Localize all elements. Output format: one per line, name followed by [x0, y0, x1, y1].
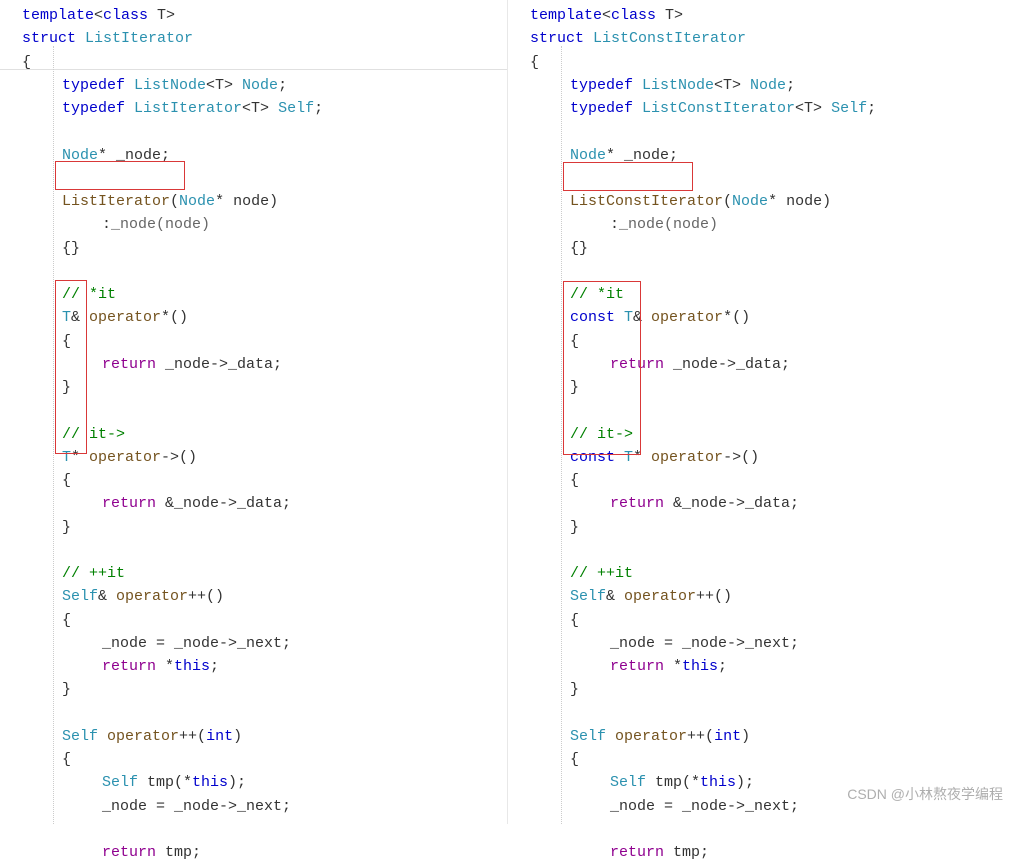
code: return *this; — [530, 655, 1015, 678]
code: :_node(node) — [22, 213, 507, 236]
code: :_node(node) — [530, 213, 1015, 236]
code: _node = _node->_next; — [22, 795, 507, 818]
code: // ++it — [22, 562, 507, 585]
code: // *it — [22, 283, 507, 306]
code: return tmp; — [530, 841, 1015, 864]
code: { — [530, 748, 1015, 771]
code: { — [22, 51, 507, 74]
code: return _node->_data; — [22, 353, 507, 376]
right-code-pane: template<class T> struct ListConstIterat… — [508, 0, 1015, 824]
code: Self& operator++() — [530, 585, 1015, 608]
code: { — [530, 469, 1015, 492]
code: Self operator++(int) — [22, 725, 507, 748]
blank — [530, 260, 1015, 283]
code: } — [530, 678, 1015, 701]
code: Node* _node; — [530, 144, 1015, 167]
blank — [22, 120, 507, 143]
blank — [22, 260, 507, 283]
blank — [530, 539, 1015, 562]
left-code-pane: template<class T> struct ListIterator { … — [0, 0, 508, 824]
code: {} — [530, 237, 1015, 260]
code: Node* _node; — [22, 144, 507, 167]
code: return &_node->_data; — [22, 492, 507, 515]
blank — [22, 399, 507, 422]
code: typedef ListConstIterator<T> Self; — [530, 97, 1015, 120]
code: { — [22, 469, 507, 492]
code: return tmp; — [22, 841, 507, 864]
code: Self& operator++() — [22, 585, 507, 608]
code: const T* operator->() — [530, 446, 1015, 469]
code: { — [530, 330, 1015, 353]
blank — [530, 120, 1015, 143]
watermark: CSDN @小林熬夜学编程 — [847, 784, 1003, 806]
code: {} — [22, 237, 507, 260]
blank — [530, 167, 1015, 190]
blank — [530, 818, 1015, 841]
code: T* operator->() — [22, 446, 507, 469]
code: { — [22, 748, 507, 771]
code: const T& operator*() — [530, 306, 1015, 329]
blank — [22, 167, 507, 190]
code: { — [22, 330, 507, 353]
code: // it-> — [22, 423, 507, 446]
code: } — [22, 678, 507, 701]
code: struct ListConstIterator — [530, 27, 1015, 50]
code: } — [530, 516, 1015, 539]
code: _node = _node->_next; — [530, 632, 1015, 655]
blank — [22, 702, 507, 725]
code: { — [530, 51, 1015, 74]
code: return *this; — [22, 655, 507, 678]
blank — [530, 399, 1015, 422]
code-compare-root: template<class T> struct ListIterator { … — [0, 0, 1015, 824]
code: { — [22, 609, 507, 632]
code: return _node->_data; — [530, 353, 1015, 376]
code: // it-> — [530, 423, 1015, 446]
blank — [22, 539, 507, 562]
code: typedef ListNode<T> Node; — [530, 74, 1015, 97]
code: template<class T> — [530, 4, 1015, 27]
code: _node = _node->_next; — [22, 632, 507, 655]
code: Self tmp(*this); — [22, 771, 507, 794]
blank — [22, 818, 507, 841]
code: typedef ListNode<T> Node; — [22, 74, 507, 97]
code: typedef ListIterator<T> Self; — [22, 97, 507, 120]
code: ListConstIterator(Node* node) — [530, 190, 1015, 213]
code: } — [22, 516, 507, 539]
code: struct ListIterator — [22, 27, 507, 50]
blank — [530, 702, 1015, 725]
code: } — [530, 376, 1015, 399]
code: template<class T> — [22, 4, 507, 27]
code: Self operator++(int) — [530, 725, 1015, 748]
code: ListIterator(Node* node) — [22, 190, 507, 213]
code: T& operator*() — [22, 306, 507, 329]
code: // ++it — [530, 562, 1015, 585]
code: } — [22, 376, 507, 399]
code: return &_node->_data; — [530, 492, 1015, 515]
code: // *it — [530, 283, 1015, 306]
code: { — [530, 609, 1015, 632]
